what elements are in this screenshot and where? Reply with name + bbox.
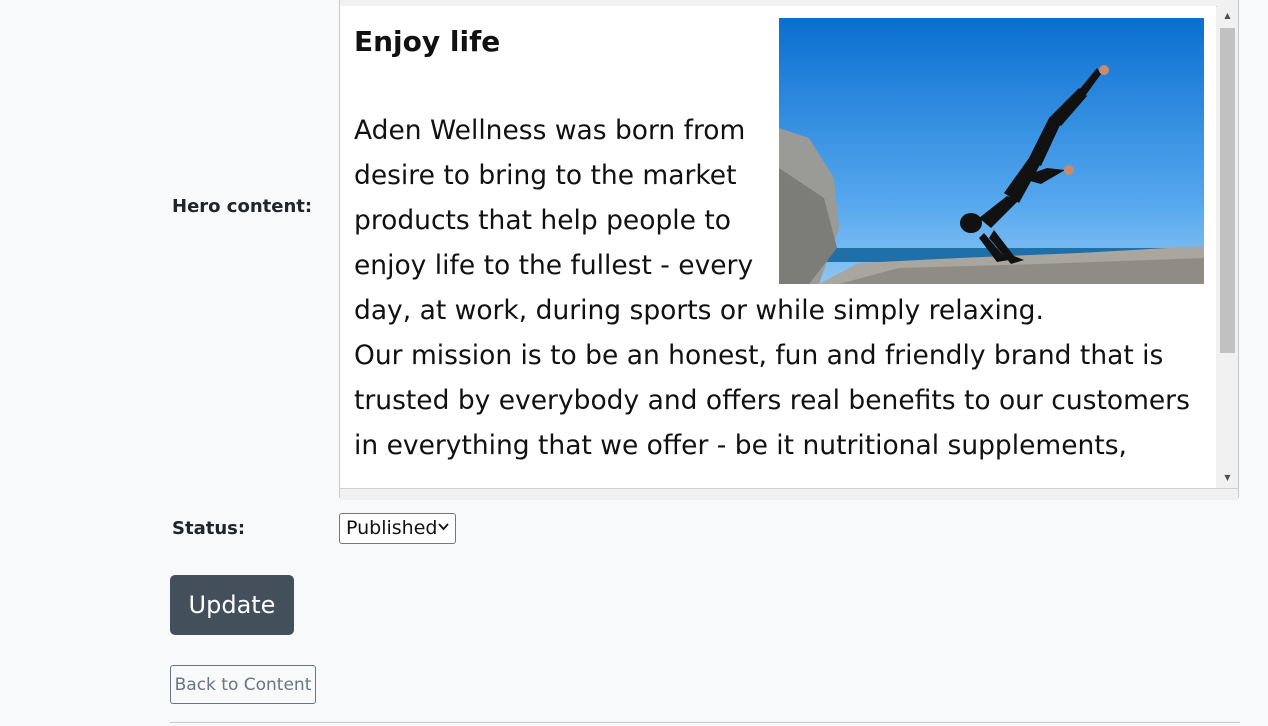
content-paragraph-2: Our mission is to be an honest, fun and … bbox=[354, 340, 1190, 461]
update-button[interactable]: Update bbox=[170, 575, 294, 635]
editor-content: Enjoy life Aden Wellness was born from d… bbox=[354, 6, 1204, 468]
scroll-up-icon[interactable]: ▲ bbox=[1217, 8, 1238, 24]
hero-content-label: Hero content: bbox=[172, 196, 313, 217]
hero-image bbox=[779, 18, 1204, 284]
scroll-down-icon[interactable]: ▼ bbox=[1217, 470, 1238, 486]
rich-text-editor[interactable]: Enjoy life Aden Wellness was born from d… bbox=[339, 0, 1239, 500]
status-label: Status: bbox=[172, 518, 246, 539]
scrollbar-thumb[interactable] bbox=[1220, 28, 1235, 353]
editor-statusbar bbox=[340, 488, 1238, 500]
chevron-down-icon bbox=[438, 520, 449, 534]
yoga-image-graphic bbox=[779, 18, 1204, 284]
editor-scrollbar[interactable]: ▲ ▼ bbox=[1217, 6, 1238, 488]
divider bbox=[170, 722, 1240, 723]
status-selected-value: Published bbox=[346, 517, 438, 539]
back-to-content-button[interactable]: Back to Content bbox=[170, 665, 316, 704]
status-select[interactable]: Published bbox=[339, 513, 456, 544]
editor-content-area[interactable]: Enjoy life Aden Wellness was born from d… bbox=[340, 6, 1216, 488]
